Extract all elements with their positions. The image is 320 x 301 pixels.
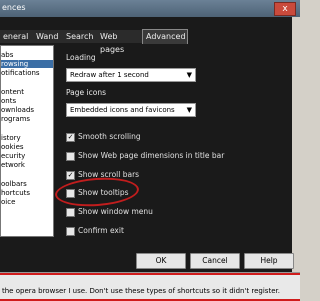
chevron-down-icon: ▼ <box>186 71 192 79</box>
sidebar-item-tabs[interactable]: abs <box>1 51 13 59</box>
preferences-dialog: eneral Wand Search Web pages Advanced ab… <box>0 17 294 272</box>
tab-advanced[interactable]: Advanced <box>142 29 188 44</box>
checkbox-label: Show Web page dimensions in title bar <box>78 151 225 160</box>
status-message: the opera browser I use. Don't use these… <box>2 287 280 295</box>
page-icons-select-value: Embedded icons and favicons <box>70 106 175 114</box>
page-icons-select[interactable]: Embedded icons and favicons ▼ <box>66 103 196 117</box>
sidebar-item-network[interactable]: etwork <box>1 161 25 169</box>
loading-select[interactable]: Redraw after 1 second ▼ <box>66 68 196 82</box>
red-border-top <box>0 273 300 275</box>
tab-search[interactable]: Search <box>63 30 98 43</box>
tab-web-pages[interactable]: Web pages <box>97 30 144 54</box>
sidebar-item-downloads[interactable]: ownloads <box>1 106 34 114</box>
loading-label: Loading <box>66 53 96 62</box>
checkbox-box[interactable]: ✓ <box>66 171 75 180</box>
sidebar-item-voice[interactable]: oice <box>1 198 15 206</box>
ok-button[interactable]: OK <box>136 253 186 269</box>
chevron-down-icon: ▼ <box>186 106 192 114</box>
cancel-button[interactable]: Cancel <box>190 253 240 269</box>
sidebar-item-fonts[interactable]: onts <box>1 97 16 105</box>
sidebar-item-toolbars[interactable]: oolbars <box>1 180 27 188</box>
sidebar-item-browsing[interactable]: rowsing <box>1 60 53 68</box>
checkbox-box[interactable]: ✓ <box>66 133 75 142</box>
help-button[interactable]: Help <box>244 253 294 269</box>
sidebar-item-content[interactable]: ontent <box>1 88 24 96</box>
sidebar: abs rowsing otifications ontent onts own… <box>0 45 54 237</box>
checkbox-box[interactable] <box>66 152 75 161</box>
window-titlebar: ences x <box>0 0 300 17</box>
sidebar-item-security[interactable]: ecurity <box>1 152 25 160</box>
sidebar-item-notifications[interactable]: otifications <box>1 69 40 77</box>
sidebar-item-cookies[interactable]: ookies <box>1 143 24 151</box>
page-icons-label: Page icons <box>66 88 106 97</box>
sidebar-item-programs[interactable]: rograms <box>1 115 30 123</box>
tab-general[interactable]: eneral <box>0 30 35 43</box>
close-button[interactable]: x <box>274 2 296 16</box>
checkbox-box[interactable] <box>66 227 75 236</box>
tab-wand[interactable]: Wand <box>33 30 64 43</box>
checkbox-box[interactable] <box>66 208 75 217</box>
window-title: ences <box>2 3 26 12</box>
status-bar: the opera browser I use. Don't use these… <box>0 272 300 301</box>
sidebar-item-history[interactable]: istory <box>1 134 21 142</box>
sidebar-item-shortcuts[interactable]: hortcuts <box>1 189 30 197</box>
loading-select-value: Redraw after 1 second <box>70 71 149 79</box>
checkbox-label: Smooth scrolling <box>78 132 141 141</box>
checkbox-label: Show window menu <box>78 207 153 216</box>
settings-panel: Loading Redraw after 1 second ▼ Page ico… <box>58 45 290 238</box>
checkbox-label: Confirm exit <box>78 226 124 235</box>
